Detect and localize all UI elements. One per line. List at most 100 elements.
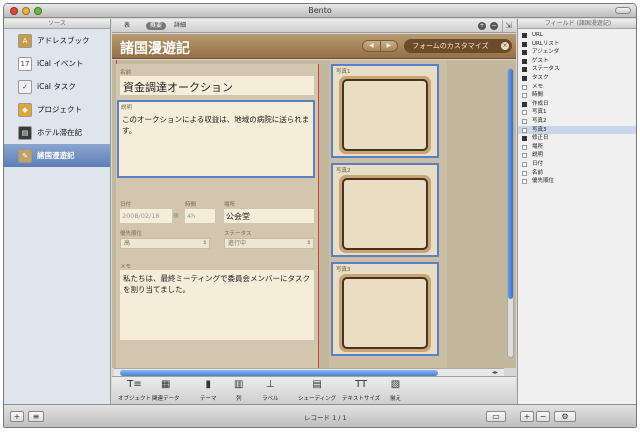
source-sidebar: ソース A アドレスブック 17 iCal イベント ✓ iCal タスク ◆ プロジェクト ▤…	[4, 19, 111, 404]
record-nav: ◀ ▶	[362, 40, 398, 52]
toolbar-align-button[interactable]: ▧ 揃え	[390, 378, 401, 402]
field-list-item[interactable]: 修正日	[518, 134, 636, 143]
field-list-item[interactable]: アジェンダ	[518, 48, 636, 57]
toolbar-toggle-icon[interactable]	[615, 7, 631, 14]
sidebar-item[interactable]: ▤ ホテル滞在記	[4, 121, 110, 144]
field-list-item[interactable]: URL	[518, 31, 636, 40]
customize-form-button[interactable]: フォームのカスタマイズ ×	[404, 39, 512, 53]
fields-panel-header: フィールド (諸国漫遊記)	[518, 19, 636, 29]
field-checkbox[interactable]	[522, 75, 527, 81]
toolbar-related-data-button[interactable]: ▦ 関連データ	[152, 378, 180, 402]
field-list-item[interactable]: 優先順位	[518, 177, 636, 186]
toolbar-label: 関連データ	[152, 396, 180, 402]
fields-panel-toggle-icon[interactable]: ⇲	[502, 20, 514, 32]
close-customize-icon[interactable]: ×	[501, 42, 509, 50]
field-list-item[interactable]: 作成日	[518, 100, 636, 109]
field-list-item[interactable]: タスク	[518, 74, 636, 83]
remove-form-icon[interactable]: −	[490, 22, 498, 30]
field-checkbox[interactable]	[522, 161, 527, 167]
toolbar-theme-button[interactable]: ▮ テーマ	[200, 378, 217, 402]
tab-table[interactable]: 表	[120, 22, 134, 30]
field-checkbox[interactable]	[522, 84, 527, 90]
align-icon: ▧	[390, 379, 401, 390]
view-mode-icon[interactable]: ▭	[486, 411, 506, 422]
add-form-icon[interactable]: +	[478, 22, 486, 30]
prev-record-button[interactable]: ◀	[363, 41, 381, 51]
field-list-item[interactable]: 日付	[518, 160, 636, 169]
priority-select[interactable]: 高 ⇕	[120, 238, 210, 249]
field-checkbox[interactable]	[522, 127, 527, 133]
field-list-item[interactable]: メモ	[518, 83, 636, 92]
add-source-button[interactable]: +	[10, 411, 24, 422]
add-collection-icon[interactable]: ≡	[28, 411, 44, 422]
status-select[interactable]: 進行中 ⇕	[224, 238, 314, 249]
field-checkbox[interactable]	[522, 41, 527, 47]
tab-overview[interactable]: 概要	[146, 22, 167, 30]
place-field[interactable]: 公会堂	[224, 209, 314, 223]
field-checkbox[interactable]	[522, 118, 527, 124]
add-record-button[interactable]: +	[520, 411, 534, 422]
time-field[interactable]: 4h	[185, 209, 215, 223]
toolbar-shading-button[interactable]: ▤ シェーディング	[298, 378, 336, 402]
sidebar-item[interactable]: ✎ 諸国漫遊記	[4, 144, 110, 167]
field-checkbox[interactable]	[522, 153, 527, 159]
field-list-item[interactable]: URLリスト	[518, 40, 636, 49]
field-list-item[interactable]: 写真1	[518, 108, 636, 117]
date-field[interactable]: 2008/02/18	[120, 209, 172, 223]
field-checkbox[interactable]	[522, 170, 527, 176]
sidebar-item[interactable]: A アドレスブック	[4, 29, 110, 52]
zoom-window-icon[interactable]	[34, 7, 42, 15]
field-list-item[interactable]: 写真2	[518, 117, 636, 126]
field-checkbox[interactable]	[522, 93, 527, 99]
field-list-item[interactable]: 場所	[518, 143, 636, 152]
calendar-picker-icon[interactable]: ▦	[173, 212, 179, 219]
field-checkbox[interactable]	[522, 179, 527, 185]
memo-field[interactable]: 私たちは、最終ミーティングで委員会メンバーにタスクを割り当てました。	[120, 270, 314, 340]
name-field[interactable]: 資金調達オークション	[120, 76, 314, 95]
field-list-item[interactable]: 名前	[518, 169, 636, 178]
field-checkbox[interactable]	[522, 50, 527, 56]
action-gear-icon[interactable]: ⚙	[554, 411, 576, 422]
field-checkbox[interactable]	[522, 33, 527, 38]
field-list-item[interactable]: 説明	[518, 151, 636, 160]
field-label: 説明	[532, 152, 544, 159]
main-area: 表 概要 詳細 + − ⇲ 諸国漫遊記 ◀ ▶ フォームのカスタマイズ × 名前…	[112, 19, 516, 404]
description-field[interactable]: 説明 このオークションによる収益は、地域の病院に送られます。	[117, 100, 315, 178]
toolbar-text-size-button[interactable]: TT テキストサイズ	[342, 378, 380, 402]
description-label: 説明	[121, 105, 133, 111]
label-icon: ⊥	[265, 379, 275, 390]
vertical-scrollbar[interactable]	[507, 68, 514, 358]
scroll-arrows-icon[interactable]: ◂▸	[492, 369, 498, 376]
field-label: 日付	[532, 160, 544, 167]
toolbar-label-button[interactable]: ⊥ ラベル	[262, 378, 279, 402]
status-label: ステータス	[224, 231, 252, 237]
horizontal-scrollbar[interactable]: ◂▸	[114, 368, 504, 376]
close-window-icon[interactable]	[10, 7, 18, 15]
sidebar-header: ソース	[4, 19, 110, 29]
sidebar-item[interactable]: 17 iCal イベント	[4, 52, 110, 75]
field-list-item[interactable]: 写真3	[518, 125, 636, 135]
photo-field-2[interactable]: 写真2	[331, 163, 439, 257]
minimize-window-icon[interactable]	[22, 7, 30, 15]
vertical-scroll-thumb[interactable]	[508, 69, 513, 299]
next-record-button[interactable]: ▶	[381, 41, 398, 51]
field-checkbox[interactable]	[522, 58, 527, 64]
field-label: 場所	[532, 143, 544, 150]
photo-frame-3	[339, 274, 431, 352]
field-list-item[interactable]: ゲスト	[518, 57, 636, 66]
toolbar-object-button[interactable]: T≡ オブジェクト	[118, 378, 151, 402]
delete-record-button[interactable]: −	[536, 411, 550, 422]
toolbar-columns-button[interactable]: ▥ 列	[234, 378, 243, 402]
field-checkbox[interactable]	[522, 144, 527, 150]
photo-field-3[interactable]: 写真3	[331, 262, 439, 356]
photo-field-1[interactable]: 写真1	[331, 64, 439, 158]
field-checkbox[interactable]	[522, 110, 527, 116]
field-checkbox[interactable]	[522, 136, 527, 142]
sidebar-item[interactable]: ◆ プロジェクト	[4, 98, 110, 121]
field-list-item[interactable]: 時間	[518, 91, 636, 100]
field-checkbox[interactable]	[522, 67, 527, 73]
field-list-item[interactable]: ステータス	[518, 65, 636, 74]
tab-detail[interactable]: 詳細	[170, 22, 190, 30]
sidebar-item[interactable]: ✓ iCal タスク	[4, 75, 110, 98]
field-checkbox[interactable]	[522, 101, 527, 107]
